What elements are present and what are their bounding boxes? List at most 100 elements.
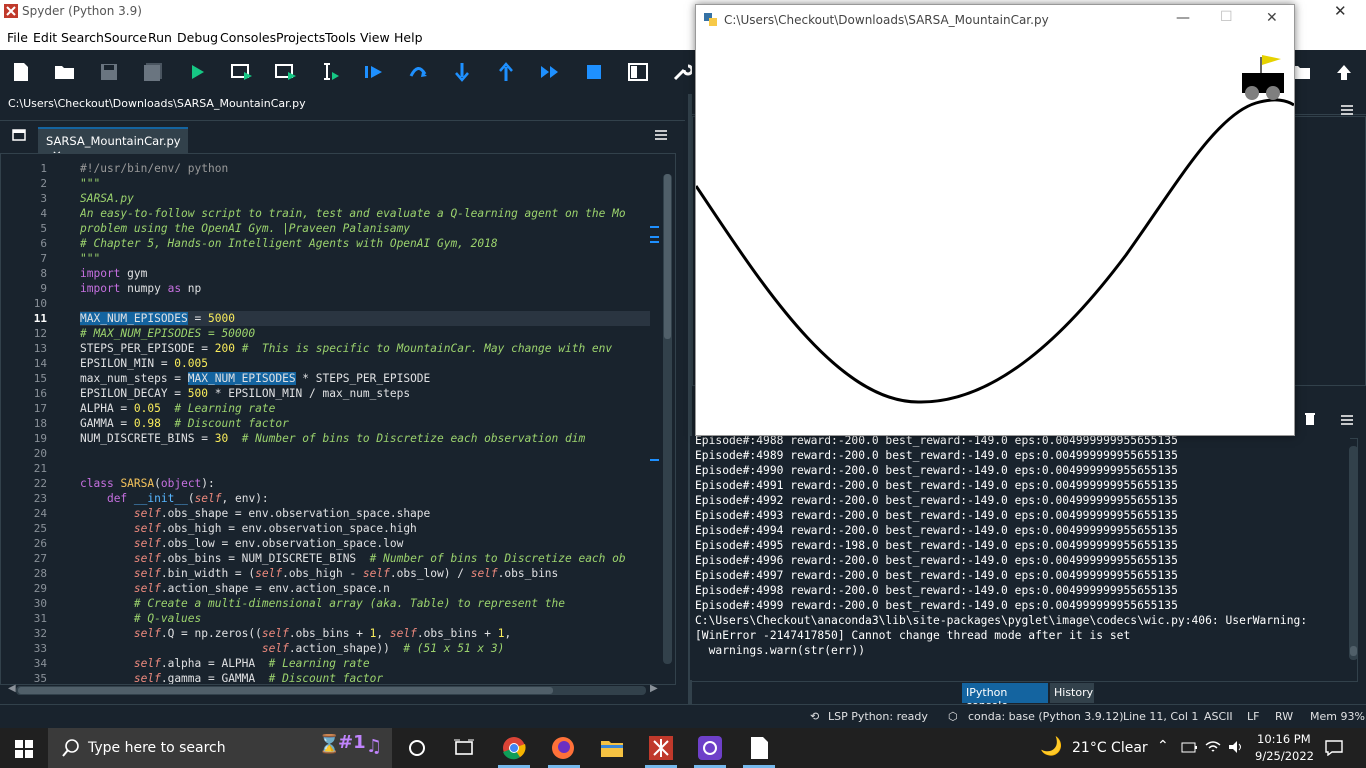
windows-start-icon[interactable] (15, 740, 33, 758)
window-close-button[interactable]: ✕ (1334, 2, 1347, 20)
code-line[interactable]: MAX_NUM_EPISODES = 5000 (80, 311, 650, 326)
scrollbar-thumb[interactable] (1350, 646, 1357, 656)
firefox-icon[interactable] (551, 736, 575, 760)
notification-icon[interactable] (1325, 740, 1343, 756)
save-all-icon[interactable] (141, 60, 165, 84)
code-line[interactable]: """ (80, 176, 650, 191)
code-line[interactable]: self.action_shape)) # (51 x 51 x 3) (80, 641, 650, 656)
menu-tools[interactable]: Tools (325, 30, 356, 45)
code-line[interactable]: self.action_shape = env.action_space.n (80, 581, 650, 596)
code-line[interactable]: self.alpha = ALPHA # Learning rate (80, 656, 650, 671)
menu-file[interactable]: File (7, 30, 28, 45)
conda-env[interactable]: conda: base (Python 3.9.12) (968, 710, 1124, 723)
menu-help[interactable]: Help (394, 30, 423, 45)
menu-debug[interactable]: Debug (177, 30, 218, 45)
ipython-console[interactable]: Episode#:4988 reward:-200.0 best_reward:… (690, 436, 1350, 680)
code-line[interactable]: #!/usr/bin/env/ python (80, 161, 650, 176)
code-line[interactable]: STEPS_PER_EPISODE = 200 # This is specif… (80, 341, 650, 356)
code-line[interactable]: An easy-to-follow script to train, test … (80, 206, 650, 221)
step-over-icon[interactable] (406, 60, 430, 84)
code-line[interactable] (80, 461, 650, 476)
close-button[interactable]: ✕ (1266, 10, 1278, 26)
menu-consoles[interactable]: Consoles (220, 30, 276, 45)
step-into-icon[interactable] (450, 60, 474, 84)
weather-text[interactable]: 21°C Clear (1072, 740, 1148, 756)
scrollbar-thumb[interactable] (664, 174, 671, 339)
maximize-button[interactable]: ☐ (1220, 9, 1233, 25)
wifi-icon[interactable] (1205, 740, 1221, 754)
menu-search[interactable]: Search (61, 30, 104, 45)
maximize-pane-icon[interactable] (626, 60, 650, 84)
tab-ipython-console[interactable]: IPython console (962, 683, 1048, 712)
code-line[interactable]: # MAX_NUM_EPISODES = 50000 (80, 326, 650, 341)
menu-projects[interactable]: Projects (276, 30, 325, 45)
code-line[interactable]: # Create a multi-dimensional array (aka.… (80, 596, 650, 611)
scroll-right-icon[interactable]: ▶ (650, 683, 658, 694)
options-menu-icon[interactable] (1340, 104, 1354, 116)
tab-sarsa-mountaincar[interactable]: SARSA_MountainCar.py ✕ (38, 127, 188, 162)
chevron-up-icon[interactable]: ⌃ (1157, 738, 1169, 754)
pyglet-render-window[interactable]: C:\Users\Checkout\Downloads\SARSA_Mounta… (695, 4, 1295, 436)
code-line[interactable]: self.obs_bins = NUM_DISCRETE_BINS # Numb… (80, 551, 650, 566)
task-view-icon[interactable] (452, 736, 476, 760)
editor-horizontal-scrollbar[interactable] (16, 686, 646, 695)
scroll-left-icon[interactable]: ◀ (8, 683, 16, 694)
code-area[interactable]: #!/usr/bin/env/ python """ SARSA.py An easy… (80, 154, 650, 684)
code-line[interactable]: self.obs_shape = env.observation_space.s… (80, 506, 650, 521)
open-file-icon[interactable] (53, 60, 77, 84)
run-cell-advance-icon[interactable] (274, 60, 298, 84)
menu-run[interactable]: Run (148, 30, 172, 45)
code-line[interactable]: import gym (80, 266, 650, 281)
volume-icon[interactable] (1228, 740, 1244, 754)
preferences-icon[interactable] (670, 60, 694, 84)
options-menu-icon[interactable] (1340, 414, 1354, 426)
options-menu-icon[interactable] (654, 129, 668, 141)
code-line[interactable]: SARSA.py (80, 191, 650, 206)
debug-icon[interactable] (362, 60, 386, 84)
tab-history[interactable]: History (1050, 683, 1094, 703)
save-icon[interactable] (97, 60, 121, 84)
spyder-icon[interactable] (649, 736, 673, 760)
code-line[interactable]: self.gamma = GAMMA # Discount factor (80, 671, 650, 684)
run-icon[interactable] (186, 60, 210, 84)
menu-edit[interactable]: Edit (33, 30, 57, 45)
clock-time[interactable]: 10:16 PM (1257, 732, 1311, 746)
code-line[interactable]: GAMMA = 0.98 # Discount factor (80, 416, 650, 431)
code-line[interactable]: EPSILON_MIN = 0.005 (80, 356, 650, 371)
taskbar-search-box[interactable]: Type here to search ⌛ #1 ♫ (48, 728, 392, 768)
code-line[interactable] (80, 446, 650, 461)
run-cell-icon[interactable] (230, 60, 254, 84)
cortana-icon[interactable] (405, 736, 429, 760)
stop-icon[interactable] (582, 60, 606, 84)
minimize-button[interactable]: — (1176, 10, 1190, 26)
code-line[interactable]: self.obs_high = env.observation_space.hi… (80, 521, 650, 536)
lsp-status[interactable]: LSP Python: ready (828, 710, 928, 723)
code-line[interactable] (80, 296, 650, 311)
code-line[interactable]: max_num_steps = MAX_NUM_EPISODES * STEPS… (80, 371, 650, 386)
file-explorer-icon[interactable] (600, 736, 624, 760)
code-line[interactable]: import numpy as np (80, 281, 650, 296)
parent-directory-icon[interactable] (1332, 60, 1356, 84)
code-line[interactable]: # Chapter 5, Hands-on Intelligent Agents… (80, 236, 650, 251)
code-editor[interactable]: 1 2 3 4 5 6 7 8 9 10 11 12 13 14 15 16 17 18 19 20 21 22 23 24 2… (0, 153, 676, 685)
code-line[interactable]: NUM_DISCRETE_BINS = 30 # Number of bins … (80, 431, 650, 446)
notepad-icon[interactable] (747, 736, 771, 760)
battery-icon[interactable] (1181, 742, 1197, 754)
scrollbar-thumb[interactable] (18, 687, 553, 694)
menu-view[interactable]: View (360, 30, 390, 45)
run-selection-icon[interactable] (318, 60, 342, 84)
github-icon[interactable] (698, 736, 722, 760)
code-line[interactable]: self.obs_low = env.observation_space.low (80, 536, 650, 551)
step-return-icon[interactable] (494, 60, 518, 84)
menu-source[interactable]: Source (104, 30, 147, 45)
editor-vertical-scrollbar[interactable] (663, 174, 672, 664)
code-line[interactable]: ALPHA = 0.05 # Learning rate (80, 401, 650, 416)
code-line[interactable]: """ (80, 251, 650, 266)
code-line[interactable]: problem using the OpenAI Gym. |Praveen P… (80, 221, 650, 236)
console-scrollbar[interactable] (1349, 446, 1358, 660)
code-line[interactable]: def __init__(self, env): (80, 491, 650, 506)
chrome-icon[interactable] (502, 736, 526, 760)
code-line[interactable]: EPSILON_DECAY = 500 * EPSILON_MIN / max_… (80, 386, 650, 401)
code-line[interactable]: self.bin_width = (self.obs_high - self.o… (80, 566, 650, 581)
continue-icon[interactable] (538, 60, 562, 84)
